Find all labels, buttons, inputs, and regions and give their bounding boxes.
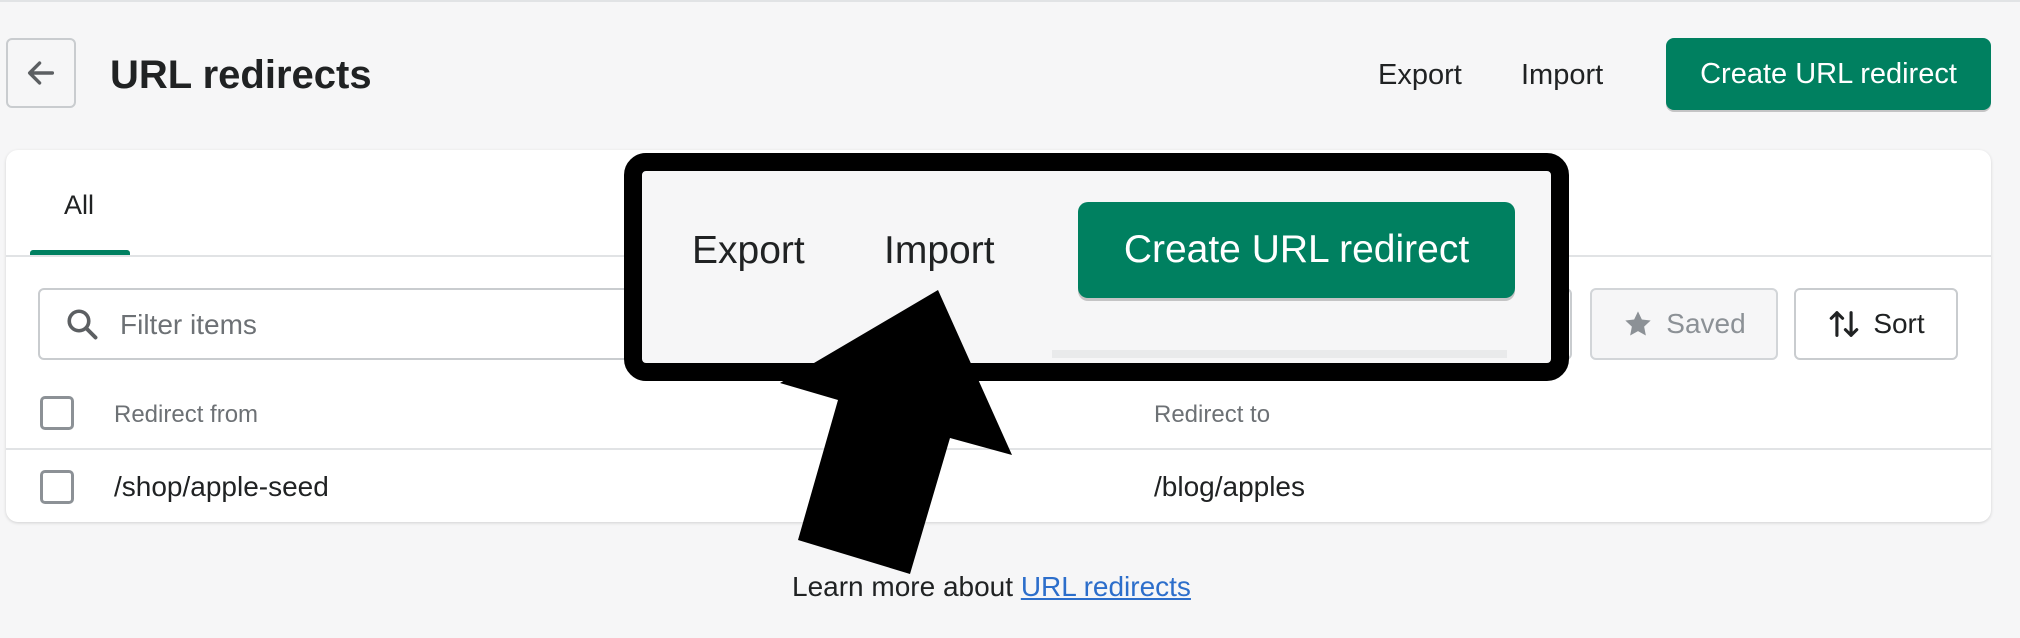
pointer-arrow-icon — [780, 290, 1012, 574]
